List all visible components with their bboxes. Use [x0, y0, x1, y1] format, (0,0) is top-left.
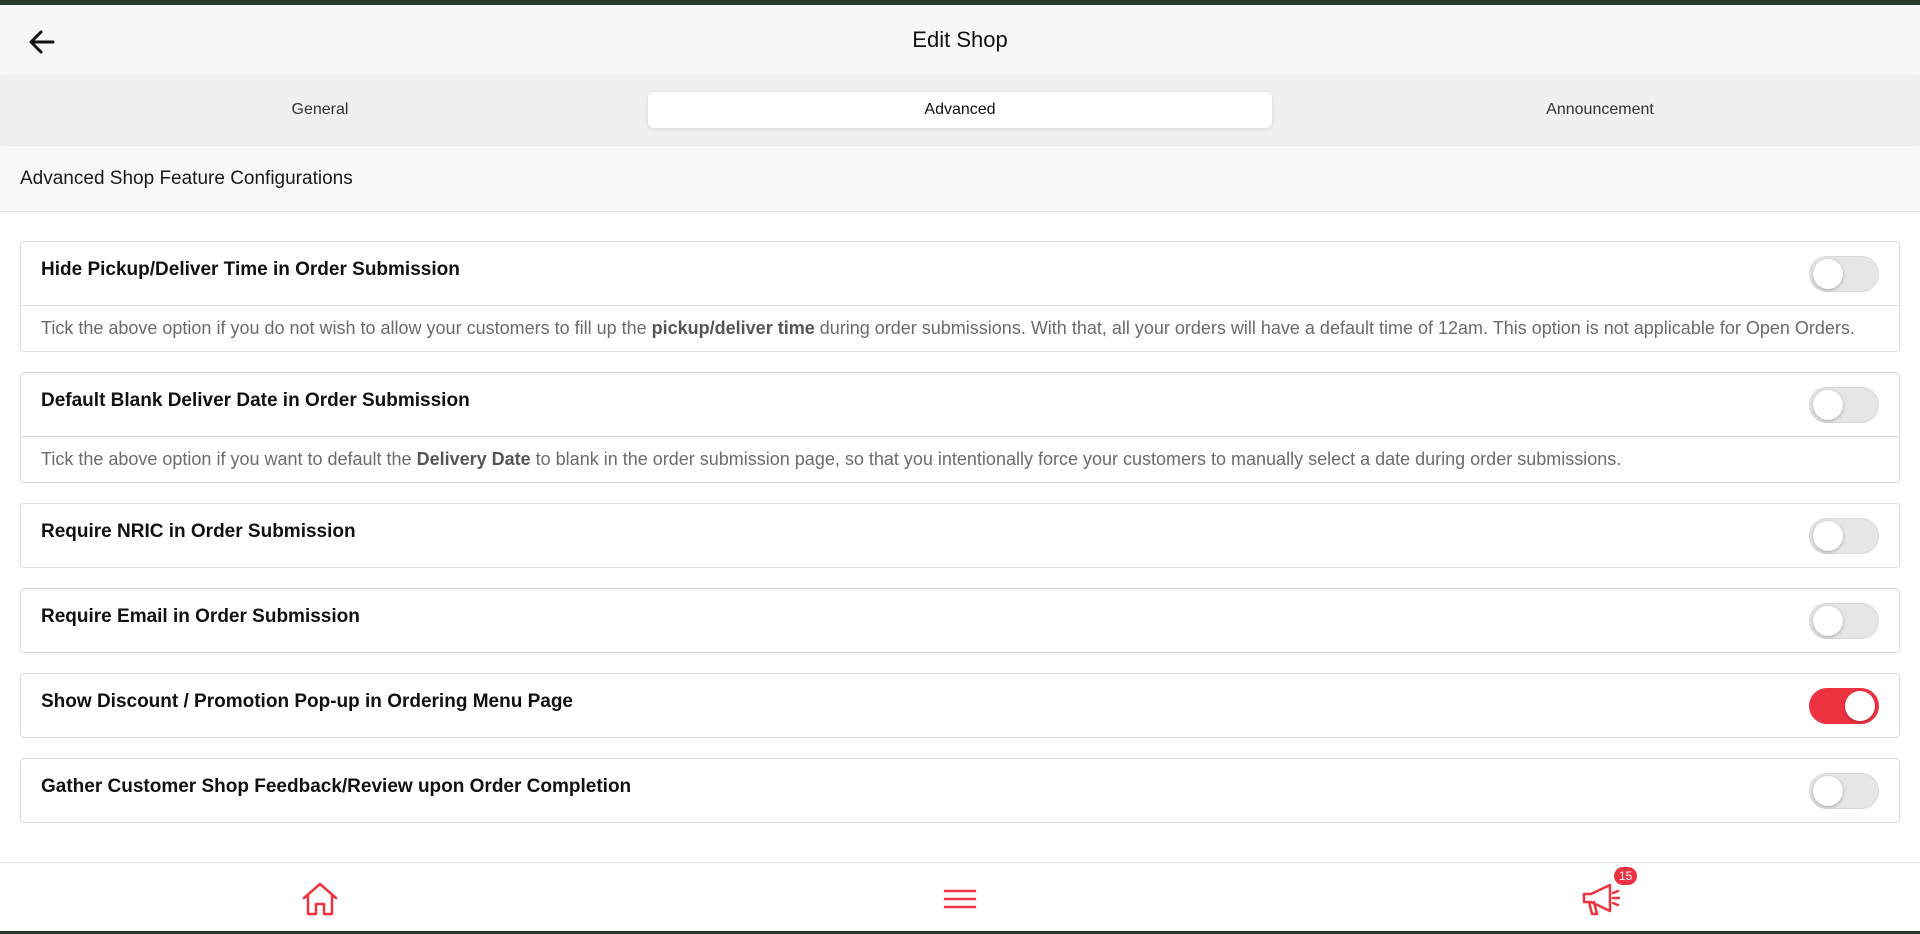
bottom-nav: 15 — [0, 862, 1920, 934]
toggle-knob — [1845, 690, 1875, 721]
setting-card-gather-feedback: Gather Customer Shop Feedback/Review upo… — [20, 758, 1900, 823]
setting-title: Require NRIC in Order Submission — [41, 520, 356, 542]
toggle-knob — [1813, 258, 1843, 289]
hamburger-menu-icon — [943, 889, 977, 908]
setting-title: Hide Pickup/Deliver Time in Order Submis… — [41, 258, 460, 280]
setting-description: Tick the above option if you do not wish… — [21, 305, 1899, 351]
setting-header: Default Blank Deliver Date in Order Subm… — [21, 373, 1899, 436]
settings-list: Hide Pickup/Deliver Time in Order Submis… — [20, 241, 1900, 843]
setting-card-blank-deliver-date: Default Blank Deliver Date in Order Subm… — [20, 372, 1900, 483]
tab-bar: General Advanced Announcement — [0, 75, 1920, 145]
blank-deliver-date-toggle[interactable] — [1809, 386, 1879, 423]
toggle-knob — [1813, 775, 1843, 806]
toggle-knob — [1813, 389, 1843, 420]
desc-bold-text: pickup/deliver time — [651, 318, 815, 338]
hide-pickup-time-toggle[interactable] — [1809, 255, 1879, 292]
tab-announcement[interactable]: Announcement — [1288, 92, 1912, 128]
setting-title: Show Discount / Promotion Pop-up in Orde… — [41, 690, 573, 712]
desc-bold-text: Delivery Date — [416, 449, 531, 469]
setting-description: Tick the above option if you want to def… — [21, 436, 1899, 482]
setting-header: Show Discount / Promotion Pop-up in Orde… — [21, 674, 1899, 737]
setting-card-hide-pickup-time: Hide Pickup/Deliver Time in Order Submis… — [20, 241, 1900, 352]
require-nric-toggle[interactable] — [1809, 517, 1879, 554]
setting-card-require-email: Require Email in Order Submission — [20, 588, 1900, 653]
arrow-left-icon — [29, 30, 55, 54]
tab-advanced[interactable]: Advanced — [648, 92, 1272, 128]
nav-home-button[interactable] — [0, 879, 640, 919]
announcement-badge: 15 — [1612, 864, 1640, 887]
setting-card-discount-popup: Show Discount / Promotion Pop-up in Orde… — [20, 673, 1900, 738]
nav-announcement-button[interactable]: 15 — [1280, 864, 1920, 917]
desc-text: to blank in the order submission page, s… — [530, 449, 1622, 469]
setting-card-require-nric: Require NRIC in Order Submission — [20, 503, 1900, 568]
tab-general[interactable]: General — [8, 92, 632, 128]
setting-title: Default Blank Deliver Date in Order Subm… — [41, 389, 470, 411]
desc-text: during order submissions. With that, all… — [814, 318, 1855, 338]
page-title: Edit Shop — [912, 27, 1008, 52]
section-title: Advanced Shop Feature Configurations — [0, 146, 1920, 212]
nav-menu-button[interactable] — [640, 887, 1280, 911]
setting-header: Require NRIC in Order Submission — [21, 504, 1899, 567]
desc-text: Tick the above option if you want to def… — [41, 449, 417, 469]
setting-title: Gather Customer Shop Feedback/Review upo… — [41, 775, 632, 797]
home-icon — [302, 882, 338, 915]
gather-feedback-toggle[interactable] — [1809, 772, 1879, 809]
discount-popup-toggle[interactable] — [1809, 687, 1879, 724]
require-email-toggle[interactable] — [1809, 602, 1879, 639]
setting-header: Gather Customer Shop Feedback/Review upo… — [21, 759, 1899, 822]
toggle-knob — [1813, 605, 1843, 636]
desc-text: Tick the above option if you do not wish… — [41, 318, 652, 338]
megaphone-icon — [1582, 883, 1620, 915]
setting-header: Require Email in Order Submission — [21, 589, 1899, 652]
header: Edit Shop — [0, 5, 1920, 75]
toggle-knob — [1813, 520, 1843, 551]
back-button[interactable] — [22, 22, 62, 62]
setting-title: Require Email in Order Submission — [41, 605, 360, 627]
setting-header: Hide Pickup/Deliver Time in Order Submis… — [21, 242, 1899, 305]
